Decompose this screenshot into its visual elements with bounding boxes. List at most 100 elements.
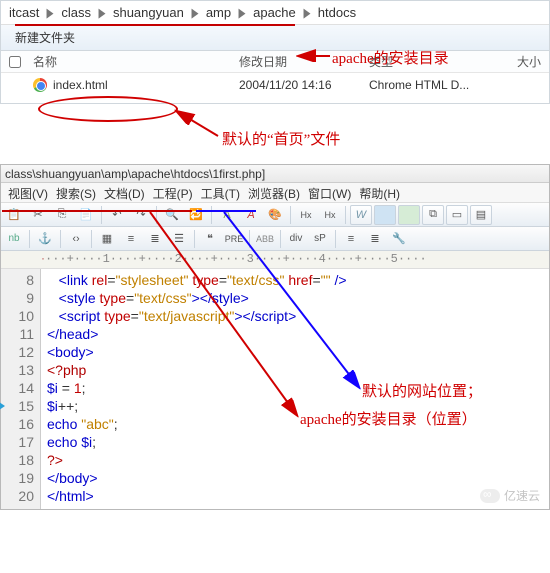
file-date: 2004/11/20 14:16 (239, 78, 369, 92)
separator (101, 206, 102, 224)
hx2-icon[interactable]: Hx (319, 205, 341, 225)
find-icon[interactable]: 🔍 (161, 205, 183, 225)
line-number: 16 (1, 415, 34, 433)
code-text[interactable]: <link rel="stylesheet" type="text/css" h… (41, 269, 347, 509)
editor-menu-bar: 视图(V) 搜索(S) 文档(D) 工程(P) 工具(T) 浏览器(B) 窗口(… (1, 183, 549, 203)
editor-toolbar-2: nb ⚓ ‹› ▦ ≡ ≣ ☰ ❝ PRE ABB div sP ≡ ≣ 🔧 (1, 227, 549, 251)
align-center-icon[interactable]: ≣ (144, 229, 166, 249)
line-number: 8 (1, 271, 34, 289)
copy2-icon[interactable]: ⧉ (422, 205, 444, 225)
header-name[interactable]: 名称 (29, 53, 239, 70)
line-number: 14 (1, 379, 34, 397)
crumb-1[interactable]: class (59, 5, 93, 20)
line-number: 18 (1, 451, 34, 469)
anchor-icon[interactable]: ⚓ (34, 229, 56, 249)
bars-icon[interactable]: ≡ (340, 229, 362, 249)
sp-icon[interactable]: sP (309, 229, 331, 249)
layers-icon[interactable]: ▦ (96, 229, 118, 249)
line-number: 12 (1, 343, 34, 361)
watermark-text: 亿速云 (504, 487, 540, 504)
chevron-right-icon: ▶ (44, 5, 57, 21)
bars2-icon[interactable]: ≣ (364, 229, 386, 249)
code-editor: class\shuangyuan\amp\apache\htdocs\1firs… (0, 164, 550, 510)
cut-icon[interactable]: ✂ (27, 205, 49, 225)
separator (29, 230, 30, 248)
box-green-icon[interactable] (398, 205, 420, 225)
code-area[interactable]: 8 9 10 11 12 13 14 15 16 17 18 19 20 <li… (1, 269, 549, 509)
select-all-checkbox[interactable] (1, 56, 29, 68)
font-dec-icon[interactable]: A (216, 205, 238, 225)
annotation-underline (15, 24, 295, 26)
undo-icon[interactable]: ↶ (106, 205, 128, 225)
line-number: 20 (1, 487, 34, 505)
menu-browser[interactable]: 浏览器(B) (245, 185, 303, 200)
editor-toolbar-1: 📋 ✂ ⎘ 📄 ↶ ↷ 🔍 🔁 A A 🎨 Hx Hx W ⧉ ▭ ▤ (1, 203, 549, 227)
align-right-icon[interactable]: ☰ (168, 229, 190, 249)
abbr-icon[interactable]: ABB (254, 229, 276, 249)
separator (211, 206, 212, 224)
line-number: 9 (1, 289, 34, 307)
crumb-2[interactable]: shuangyuan (111, 5, 186, 20)
column-headers: 名称 修改日期 类型 大小 (1, 51, 549, 73)
copy-icon[interactable]: ⎘ (51, 205, 73, 225)
crumb-0[interactable]: itcast (7, 5, 41, 20)
separator (290, 206, 291, 224)
header-size[interactable]: 大小 (489, 53, 549, 70)
font-inc-icon[interactable]: A (240, 205, 262, 225)
menu-view[interactable]: 视图(V) (5, 185, 51, 200)
chrome-icon (33, 78, 47, 92)
separator (335, 230, 336, 248)
header-date[interactable]: 修改日期 (239, 53, 369, 70)
w-icon[interactable]: W (350, 205, 372, 225)
div-icon[interactable]: div (285, 229, 307, 249)
color-icon[interactable]: 🎨 (264, 205, 286, 225)
hx-icon[interactable]: Hx (295, 205, 317, 225)
menu-document[interactable]: 文档(D) (101, 185, 148, 200)
file-type: Chrome HTML D... (369, 78, 489, 92)
nb-icon[interactable]: nb (3, 229, 25, 249)
watermark: 亿速云 (480, 487, 540, 504)
editor-ruler: ····+····1····+····2····+····3····+····4… (1, 251, 549, 269)
separator (91, 230, 92, 248)
file-explorer: itcast▶ class▶ shuangyuan▶ amp▶ apache▶ … (0, 0, 550, 104)
chevron-right-icon: ▶ (236, 5, 249, 21)
align-left-icon[interactable]: ≡ (120, 229, 142, 249)
box4-icon[interactable]: ▤ (470, 205, 492, 225)
editor-file-path: class\shuangyuan\amp\apache\htdocs\1firs… (5, 167, 265, 181)
tool-icon[interactable]: 🔧 (388, 229, 410, 249)
annotation-underline-red (2, 210, 192, 212)
box-blue-icon[interactable] (374, 205, 396, 225)
annotation-default-index: 默认的“首页”文件 (222, 128, 340, 149)
menu-tools[interactable]: 工具(T) (198, 185, 243, 200)
redo-icon[interactable]: ↷ (130, 205, 152, 225)
quote-icon[interactable]: ❝ (199, 229, 221, 249)
menu-window[interactable]: 窗口(W) (305, 185, 354, 200)
line-number: 13 (1, 361, 34, 379)
file-name: index.html (53, 78, 108, 92)
line-number: 19 (1, 469, 34, 487)
menu-project[interactable]: 工程(P) (150, 185, 196, 200)
file-row[interactable]: index.html 2004/11/20 14:16 Chrome HTML … (1, 73, 549, 97)
annotation-underline-blue (196, 210, 256, 212)
clipboard-icon[interactable]: 📄 (75, 205, 97, 225)
menu-help[interactable]: 帮助(H) (356, 185, 403, 200)
separator (345, 206, 346, 224)
box3-icon[interactable]: ▭ (446, 205, 468, 225)
separator (60, 230, 61, 248)
angle-icon[interactable]: ‹› (65, 229, 87, 249)
header-type[interactable]: 类型 (369, 53, 489, 70)
pre-icon[interactable]: PRE (223, 229, 245, 249)
paste-icon[interactable]: 📋 (3, 205, 25, 225)
crumb-3[interactable]: amp (204, 5, 233, 20)
separator (156, 206, 157, 224)
new-folder-button[interactable]: 新建文件夹 (9, 27, 81, 48)
separator (249, 230, 250, 248)
breadcrumb[interactable]: itcast▶ class▶ shuangyuan▶ amp▶ apache▶ … (1, 1, 549, 25)
replace-icon[interactable]: 🔁 (185, 205, 207, 225)
crumb-5[interactable]: htdocs (316, 5, 358, 20)
crumb-4[interactable]: apache (251, 5, 298, 20)
line-number: 10 (1, 307, 34, 325)
chevron-right-icon: ▶ (300, 5, 313, 21)
menu-search[interactable]: 搜索(S) (53, 185, 99, 200)
separator (280, 230, 281, 248)
